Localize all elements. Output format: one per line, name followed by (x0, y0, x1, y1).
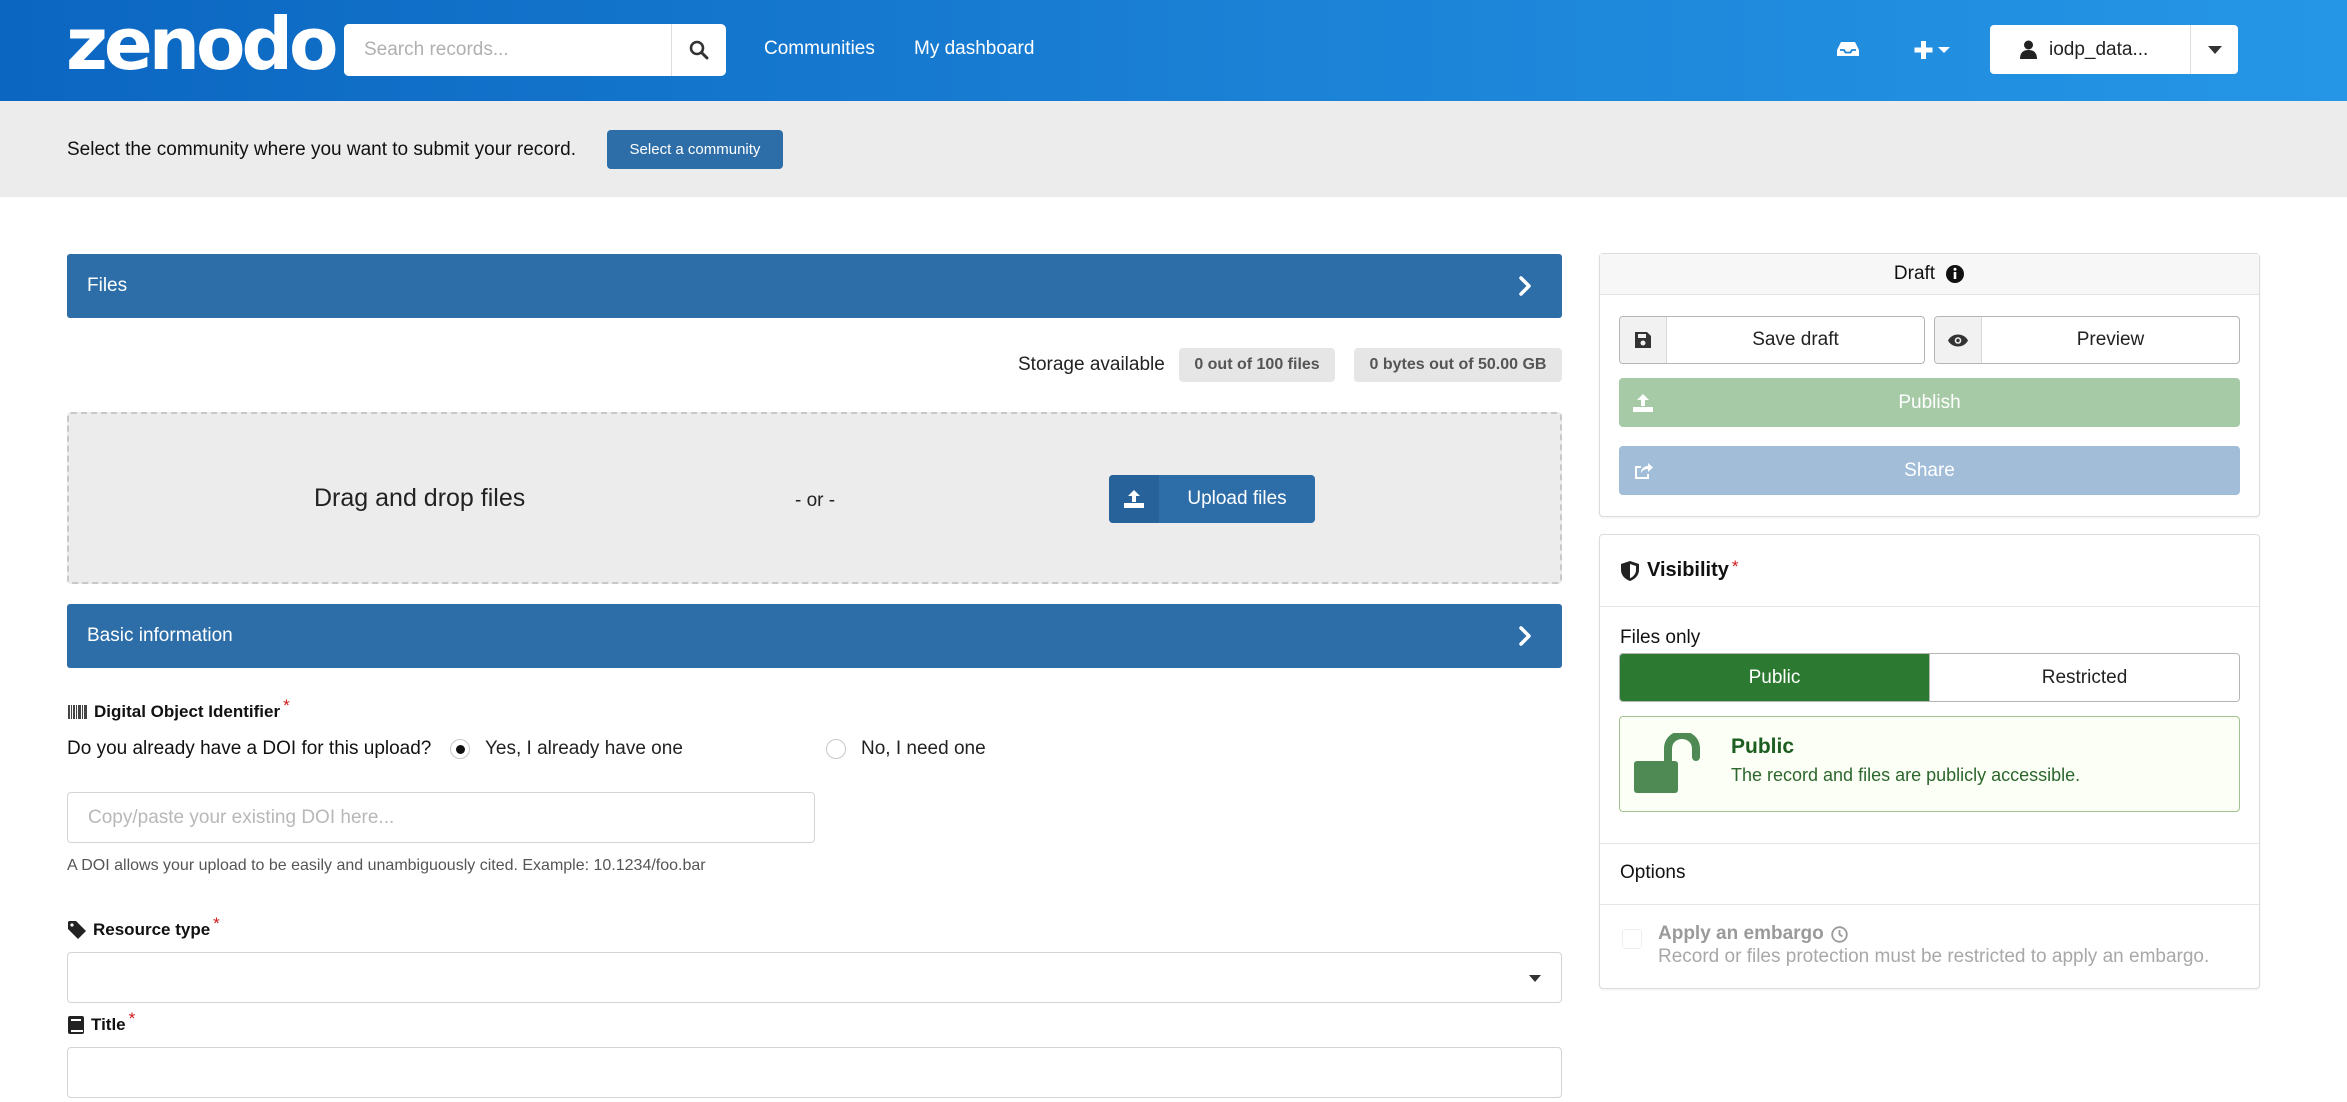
doi-radio-no[interactable]: No, I need one (826, 738, 986, 760)
user-menu-button[interactable]: iodp_data... (1990, 25, 2238, 74)
title-input[interactable] (68, 1048, 1561, 1097)
tag-icon (68, 921, 86, 939)
radio-unselected-indicator[interactable] (826, 739, 846, 759)
required-mark: * (283, 696, 290, 715)
preview-label: Preview (2076, 329, 2145, 350)
embargo-checkbox[interactable] (1622, 929, 1642, 949)
info-icon[interactable] (1945, 264, 1965, 284)
save-draft-label: Save draft (1752, 329, 1839, 350)
preview-button[interactable]: Preview (1934, 316, 2240, 364)
resource-type-label: Resource type * (68, 914, 220, 940)
required-mark: * (1731, 556, 1739, 576)
save-draft-button[interactable]: Save draft (1619, 316, 1925, 364)
divider (1600, 606, 2259, 607)
upload-files-button[interactable]: Upload files (1109, 475, 1315, 523)
file-dropzone[interactable]: Drag and drop files - or - Upload files (67, 412, 1562, 584)
basic-information-section-header[interactable]: Basic information (67, 604, 1562, 668)
required-mark: * (128, 1009, 136, 1028)
user-menu-dropdown[interactable] (2190, 25, 2238, 74)
radio-selected-indicator[interactable] (450, 739, 470, 759)
resource-type-select[interactable] (67, 952, 1562, 1003)
doi-no-label: No, I need one (861, 738, 986, 759)
share-label: Share (1904, 459, 1955, 481)
divider (1600, 843, 2259, 844)
bytes-quota-badge: 0 bytes out of 50.00 GB (1354, 348, 1562, 382)
doi-question: Do you already have a DOI for this uploa… (67, 738, 432, 759)
title-input-wrap (67, 1047, 1562, 1098)
plus-icon[interactable] (1914, 40, 1952, 60)
message-body: The record and files are publicly access… (1731, 765, 2081, 785)
chevron-right-icon (1519, 626, 1531, 646)
divider (1600, 904, 2259, 905)
community-selection-bar: Select the community where you want to s… (0, 101, 2347, 197)
files-quota-badge: 0 out of 100 files (1179, 348, 1335, 382)
title-label-text: Title (91, 1015, 126, 1034)
required-mark: * (213, 914, 220, 933)
files-section-header[interactable]: Files (67, 254, 1562, 318)
publish-label: Publish (1898, 391, 1961, 413)
draft-actions-card: Draft Save draft Preview Publish Share (1599, 253, 2260, 517)
user-name: iodp_data... (2049, 38, 2149, 60)
shield-icon (1621, 560, 1639, 581)
draft-title: Draft (1893, 263, 1936, 284)
top-header: zenodo Communities My dashboard iodp_dat… (0, 0, 2347, 101)
share-button[interactable]: Share (1619, 446, 2240, 495)
unlock-icon (1634, 733, 1700, 793)
share-icon (1619, 462, 1666, 480)
publish-button[interactable]: Publish (1619, 378, 2240, 427)
upload-files-label: Upload files (1187, 488, 1287, 509)
basic-information-title: Basic information (87, 625, 233, 646)
files-only-label: Files only (1620, 627, 1701, 648)
inbox-icon[interactable] (1836, 40, 1860, 58)
barcode-icon (68, 705, 87, 719)
visibility-title-text: Visibility (1647, 559, 1729, 581)
embargo-label-text: Apply an embargo (1658, 923, 1824, 944)
visibility-restricted-option[interactable]: Restricted (1929, 654, 2239, 701)
visibility-card: Visibility * Files only Public Restricte… (1599, 534, 2260, 989)
embargo-label: Apply an embargo (1658, 923, 1848, 945)
doi-help-text: A DOI allows your upload to be easily an… (67, 857, 706, 874)
options-label: Options (1620, 862, 1686, 883)
doi-input[interactable] (68, 793, 814, 842)
search-bar (344, 24, 726, 76)
search-input[interactable] (344, 24, 671, 76)
files-section-title: Files (87, 275, 128, 296)
search-icon (689, 40, 709, 60)
zenodo-logo[interactable]: zenodo (66, 8, 338, 80)
title-label: Title * (68, 1009, 135, 1035)
visibility-title: Visibility * (1621, 556, 1739, 582)
doi-label: Digital Object Identifier * (68, 696, 290, 722)
eye-icon (1935, 317, 1982, 363)
nav-my-dashboard[interactable]: My dashboard (914, 38, 1034, 60)
user-icon (2020, 40, 2037, 59)
search-button[interactable] (671, 24, 726, 76)
caret-down-icon (1529, 975, 1541, 982)
visibility-toggle: Public Restricted (1619, 653, 2240, 702)
select-community-button[interactable]: Select a community (607, 130, 783, 169)
nav-communities[interactable]: Communities (764, 38, 875, 60)
doi-label-text: Digital Object Identifier (94, 702, 281, 721)
storage-available-label: Storage available (1018, 354, 1165, 375)
user-menu-label-wrap[interactable]: iodp_data... (1990, 39, 2190, 61)
doi-input-wrap (67, 792, 815, 843)
clock-icon (1831, 925, 1848, 943)
resource-type-label-text: Resource type (93, 920, 211, 939)
visibility-public-option[interactable]: Public (1620, 654, 1929, 701)
community-prompt: Select the community where you want to s… (67, 139, 577, 160)
upload-icon (1619, 393, 1666, 412)
save-icon (1620, 317, 1667, 363)
caret-down-icon (2207, 45, 2222, 54)
doi-radio-yes[interactable]: Yes, I already have one (450, 738, 683, 760)
visibility-public-message: Public The record and files are publicly… (1619, 716, 2240, 812)
drag-drop-text: Drag and drop files (314, 484, 526, 512)
chevron-right-icon (1519, 276, 1531, 296)
message-title: Public (1731, 735, 1795, 758)
or-separator: - or - (795, 490, 836, 511)
upload-icon (1109, 475, 1159, 523)
embargo-help: Record or files protection must be restr… (1658, 946, 2210, 967)
doi-yes-label: Yes, I already have one (485, 738, 683, 759)
book-icon (68, 1016, 84, 1034)
draft-header: Draft (1600, 254, 2259, 295)
